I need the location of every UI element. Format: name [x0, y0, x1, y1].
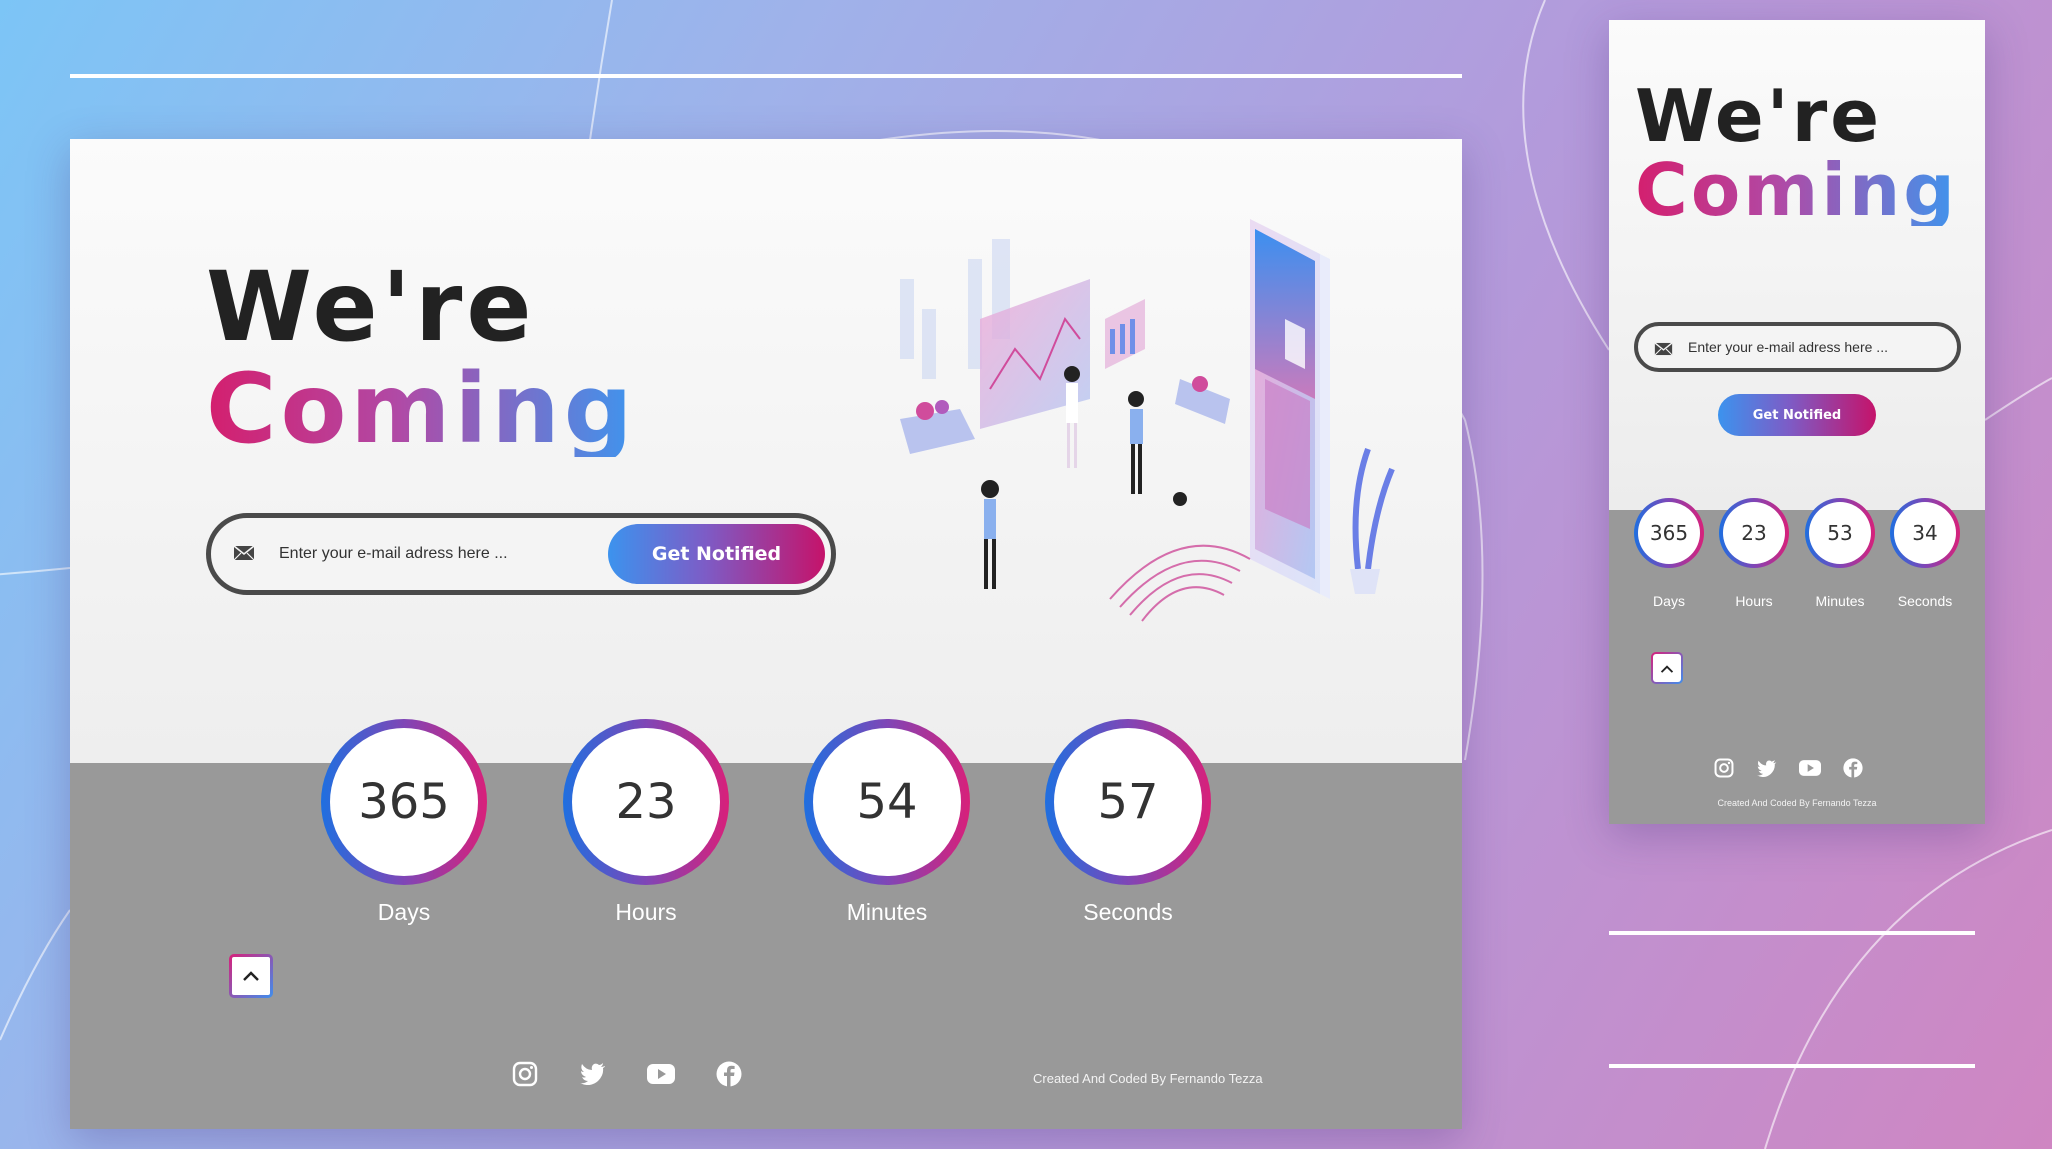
countdown-label: Hours [615, 899, 677, 925]
countdown-seconds: 57 [1045, 719, 1211, 885]
chevron-up-icon [242, 967, 260, 986]
countdown-seconds: 34 [1890, 498, 1960, 568]
email-form: Enter your e-mail adress here ... Get No… [206, 513, 836, 595]
youtube-icon[interactable] [646, 1059, 676, 1089]
desktop-preview: We're Coming Enter your e-mail adress he… [70, 139, 1462, 1129]
twitter-icon[interactable] [1755, 756, 1779, 780]
scroll-top-button[interactable] [1651, 652, 1683, 684]
countdown-value: 54 [813, 728, 961, 876]
get-notified-button[interactable]: Get Notified [1718, 394, 1876, 436]
countdown-value: 57 [1054, 728, 1202, 876]
envelope-icon [1654, 341, 1673, 360]
facebook-icon[interactable] [714, 1059, 744, 1089]
email-input[interactable]: Enter your e-mail adress here ... [279, 545, 508, 563]
instagram-icon[interactable] [1712, 756, 1736, 780]
countdown-value: 34 [1894, 502, 1956, 564]
divider-line [1609, 1064, 1975, 1068]
hero-illustration [900, 219, 1395, 622]
countdown-label: Seconds [1897, 593, 1953, 609]
get-notified-button[interactable]: Get Notified [608, 524, 825, 584]
chevron-up-icon [1660, 659, 1674, 678]
hero-title-line1: We're [206, 251, 536, 363]
countdown-minutes: 54 [804, 719, 970, 885]
countdown-hours: 23 [1719, 498, 1789, 568]
countdown-label: Days [377, 899, 431, 925]
footer-credit: Created And Coded By Fernando Tezza [1033, 1071, 1263, 1086]
divider-line [70, 74, 1462, 78]
hero-title-line2: Coming [206, 353, 637, 465]
countdown-label: Hours [1735, 593, 1773, 609]
showcase-background: We're Coming Enter your e-mail adress he… [0, 0, 2052, 1149]
youtube-icon[interactable] [1798, 756, 1822, 780]
countdown-value: 23 [572, 728, 720, 876]
countdown-value: 23 [1723, 502, 1785, 564]
email-input[interactable]: Enter your e-mail adress here ... [1688, 339, 1888, 355]
mobile-preview: We're Coming Enter your e-mail adress he… [1609, 20, 1985, 824]
divider-line [1609, 931, 1975, 935]
countdown-label: Days [1653, 593, 1685, 609]
twitter-icon[interactable] [578, 1059, 608, 1089]
countdown-hours: 23 [563, 719, 729, 885]
envelope-icon [233, 545, 255, 565]
countdown-label: Minutes [1815, 593, 1865, 609]
scroll-top-button[interactable] [229, 954, 273, 998]
footer-credit: Created And Coded By Fernando Tezza [1717, 798, 1877, 808]
countdown-days: 365 [321, 719, 487, 885]
hero-title-line1: We're [1635, 74, 1883, 158]
countdown-label: Seconds [1083, 899, 1173, 925]
countdown-label: Minutes [846, 899, 928, 925]
facebook-icon[interactable] [1841, 756, 1865, 780]
hero-title-line2: Coming [1635, 148, 1958, 232]
instagram-icon[interactable] [510, 1059, 540, 1089]
countdown-minutes: 53 [1805, 498, 1875, 568]
countdown-value: 365 [330, 728, 478, 876]
email-form: Enter your e-mail adress here ... [1634, 322, 1961, 372]
countdown-value: 53 [1809, 502, 1871, 564]
countdown-value: 365 [1638, 502, 1700, 564]
countdown-days: 365 [1634, 498, 1704, 568]
